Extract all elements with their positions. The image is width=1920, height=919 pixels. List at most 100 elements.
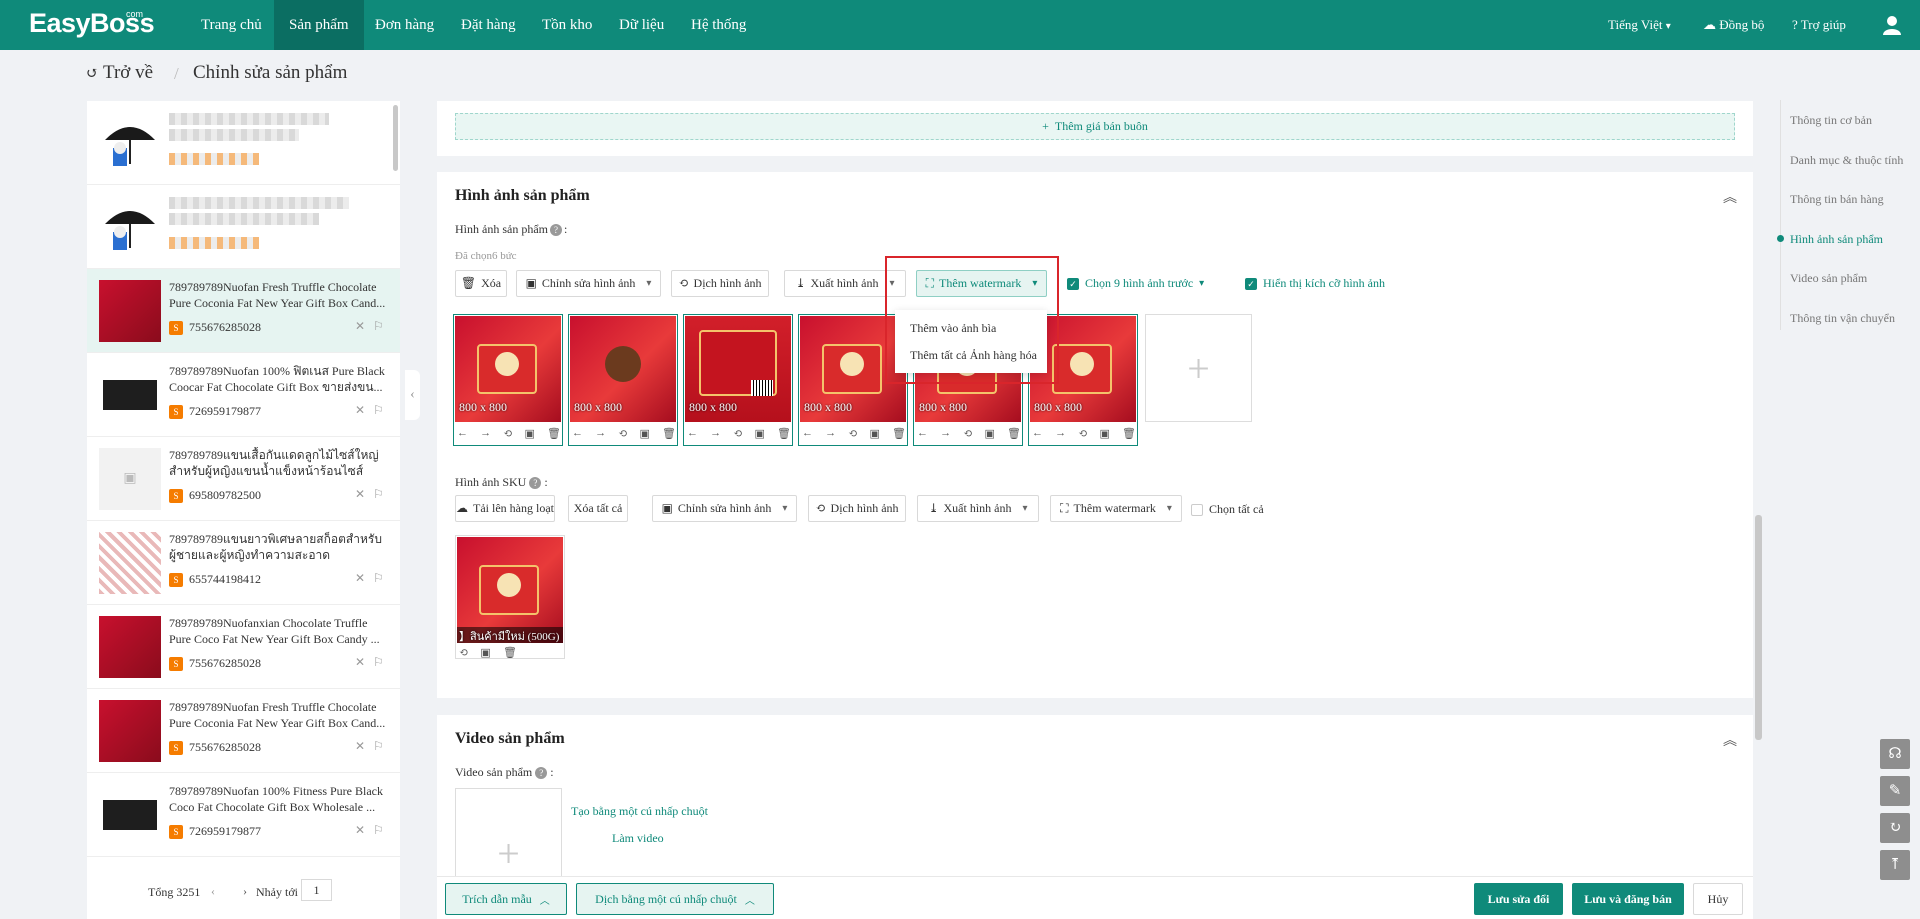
image-icon[interactable]: ▣: [870, 427, 880, 443]
translate-icon[interactable]: ⟲: [733, 427, 742, 443]
user-icon[interactable]: [1882, 0, 1902, 50]
question-icon[interactable]: ?: [549, 224, 562, 236]
image-icon[interactable]: ▣: [1100, 427, 1110, 443]
back-to-top-icon[interactable]: ⤒: [1880, 850, 1910, 880]
delete-all-button[interactable]: Xóa tất cả: [568, 495, 628, 522]
refresh-icon[interactable]: ↻: [1880, 813, 1910, 843]
translate-icon[interactable]: ⟲: [618, 427, 627, 443]
flag-icon[interactable]: ⚐: [373, 655, 384, 670]
choose-first-nine[interactable]: ✓ Chọn 9 hình ảnh trước ▾: [1067, 276, 1204, 291]
arrow-left-icon[interactable]: ←: [687, 427, 698, 443]
list-item[interactable]: [87, 185, 400, 269]
anchor-sales-info[interactable]: Thông tin bán hàng: [1790, 192, 1884, 207]
image-icon[interactable]: ▣: [755, 427, 765, 443]
trash-icon[interactable]: 🗑: [892, 427, 906, 443]
image-icon[interactable]: ▣: [525, 427, 535, 443]
help-button[interactable]: ? Trợ giúp: [1792, 0, 1846, 50]
nav-inventory[interactable]: Tồn kho: [527, 0, 607, 50]
headset-icon[interactable]: ☊: [1880, 739, 1910, 769]
product-image-thumb[interactable]: 800 x 800 ← → ⟲ ▣ 🗑: [568, 314, 678, 446]
bulk-upload-button[interactable]: ☁ Tải lên hàng loạt: [455, 495, 555, 522]
one-click-translate-button[interactable]: Dịch bằng một cú nhấp chuột ︿: [576, 883, 774, 915]
show-image-size[interactable]: ✓ Hiển thị kích cỡ hình ảnh: [1245, 276, 1385, 291]
list-item[interactable]: 789789789Nuofan Fresh Truffle Chocolate …: [87, 269, 400, 353]
trash-icon[interactable]: 🗑: [503, 646, 517, 662]
translate-icon[interactable]: ⟲: [848, 427, 857, 443]
back-link[interactable]: ↺ Trở về: [86, 62, 153, 84]
sku-edit-image-button[interactable]: ▣ Chỉnh sửa hình ảnh ▾: [652, 495, 797, 522]
list-item[interactable]: 789789789Nuofanxian Chocolate Truffle Pu…: [87, 605, 400, 689]
sku-export-button[interactable]: ⤓ Xuất hình ảnh ▾: [917, 495, 1039, 522]
flag-icon[interactable]: ⚐: [373, 403, 384, 418]
trash-icon[interactable]: 🗑: [1122, 427, 1136, 443]
prev-page-icon[interactable]: ‹: [211, 884, 215, 899]
cancel-button[interactable]: Hủy: [1693, 883, 1743, 915]
nav-purchase[interactable]: Đặt hàng: [446, 0, 531, 50]
collapse-panel-button[interactable]: ‹: [405, 370, 420, 420]
translate-icon[interactable]: ⟲: [459, 646, 468, 662]
save-button[interactable]: Lưu sửa đổi: [1474, 883, 1563, 915]
anchor-shipping-info[interactable]: Thông tin vận chuyển: [1790, 311, 1895, 326]
arrow-left-icon[interactable]: ←: [917, 427, 928, 443]
arrow-right-icon[interactable]: →: [940, 427, 951, 443]
translate-icon[interactable]: ⟲: [963, 427, 972, 443]
image-icon[interactable]: ▣: [985, 427, 995, 443]
nav-data[interactable]: Dữ liệu: [604, 0, 679, 50]
sync-button[interactable]: ☁ Đồng bộ: [1703, 0, 1764, 50]
add-image-button[interactable]: +: [1145, 314, 1252, 422]
arrow-right-icon[interactable]: →: [480, 427, 491, 443]
list-item[interactable]: 789789789แขนยาวพิเศษลายสก็อตสำหรับผู้ชาย…: [87, 521, 400, 605]
anchor-basic-info[interactable]: Thông tin cơ bản: [1790, 113, 1872, 128]
arrow-right-icon[interactable]: →: [595, 427, 606, 443]
template-button[interactable]: Trích dẫn mẫu ︿: [445, 883, 567, 915]
anchor-product-images[interactable]: Hình ảnh sản phẩm: [1790, 232, 1883, 247]
list-scrollbar[interactable]: [393, 105, 398, 171]
product-image-thumb[interactable]: 800 x 800 ← → ⟲ ▣ 🗑: [683, 314, 793, 446]
arrow-left-icon[interactable]: ←: [1032, 427, 1043, 443]
arrow-right-icon[interactable]: →: [825, 427, 836, 443]
image-icon[interactable]: ▣: [480, 646, 490, 662]
next-page-icon[interactable]: ›: [243, 884, 247, 899]
translate-image-button[interactable]: ⟲ Dịch hình ảnh: [671, 270, 769, 297]
arrow-right-icon[interactable]: →: [1055, 427, 1066, 443]
anchor-product-video[interactable]: Video sản phẩm: [1790, 271, 1867, 286]
trash-icon[interactable]: 🗑: [1007, 427, 1021, 443]
flag-icon[interactable]: ⚐: [373, 487, 384, 502]
list-item[interactable]: 789789789Nuofan 100% ฟิตเนส Pure Black C…: [87, 353, 400, 437]
nav-products[interactable]: Sản phẩm: [274, 0, 364, 50]
flag-icon[interactable]: ⚐: [373, 739, 384, 754]
translate-icon[interactable]: ⟲: [1078, 427, 1087, 443]
flag-icon[interactable]: ⚐: [373, 571, 384, 586]
make-video-link[interactable]: Làm video: [612, 831, 664, 846]
flag-icon[interactable]: ⚐: [373, 823, 384, 838]
add-wholesale-button[interactable]: + Thêm giá bán buôn: [455, 113, 1735, 140]
delete-button[interactable]: 🗑 Xóa: [455, 270, 507, 297]
page-input[interactable]: 1: [301, 879, 332, 901]
list-item[interactable]: 789789789Nuofan 100% Fitness Pure Black …: [87, 773, 400, 857]
arrow-left-icon[interactable]: ←: [572, 427, 583, 443]
select-all[interactable]: Chọn tất cả: [1191, 502, 1264, 517]
language-select[interactable]: Tiếng Việt ▾: [1608, 0, 1671, 50]
translate-icon[interactable]: ⟲: [503, 427, 512, 443]
question-icon[interactable]: ?: [529, 477, 542, 489]
collapse-icon[interactable]: ︽: [1723, 730, 1737, 750]
close-icon[interactable]: ✕: [355, 655, 365, 670]
trash-icon[interactable]: 🗑: [547, 427, 561, 443]
trash-icon[interactable]: 🗑: [777, 427, 791, 443]
collapse-icon[interactable]: ︽: [1723, 187, 1737, 207]
trash-icon[interactable]: 🗑: [662, 427, 676, 443]
arrow-left-icon[interactable]: ←: [457, 427, 468, 443]
nav-orders[interactable]: Đơn hàng: [360, 0, 449, 50]
one-click-create-link[interactable]: Tạo bằng một cú nhấp chuột: [571, 804, 708, 819]
list-item[interactable]: [87, 101, 400, 185]
arrow-left-icon[interactable]: ←: [802, 427, 813, 443]
close-icon[interactable]: ✕: [355, 487, 365, 502]
close-icon[interactable]: ✕: [355, 319, 365, 334]
sku-image-thumb[interactable]: 】สินค้ามีใหม่ (500G) ⟲ ▣ 🗑: [455, 535, 565, 659]
close-icon[interactable]: ✕: [355, 571, 365, 586]
image-icon[interactable]: ▣: [640, 427, 650, 443]
flag-icon[interactable]: ⚐: [373, 319, 384, 334]
product-image-thumb[interactable]: 800 x 800 ← → ⟲ ▣ 🗑: [453, 314, 563, 446]
list-item[interactable]: 789789789Nuofan Fresh Truffle Chocolate …: [87, 689, 400, 773]
anchor-category[interactable]: Danh mục & thuộc tính: [1790, 153, 1903, 168]
